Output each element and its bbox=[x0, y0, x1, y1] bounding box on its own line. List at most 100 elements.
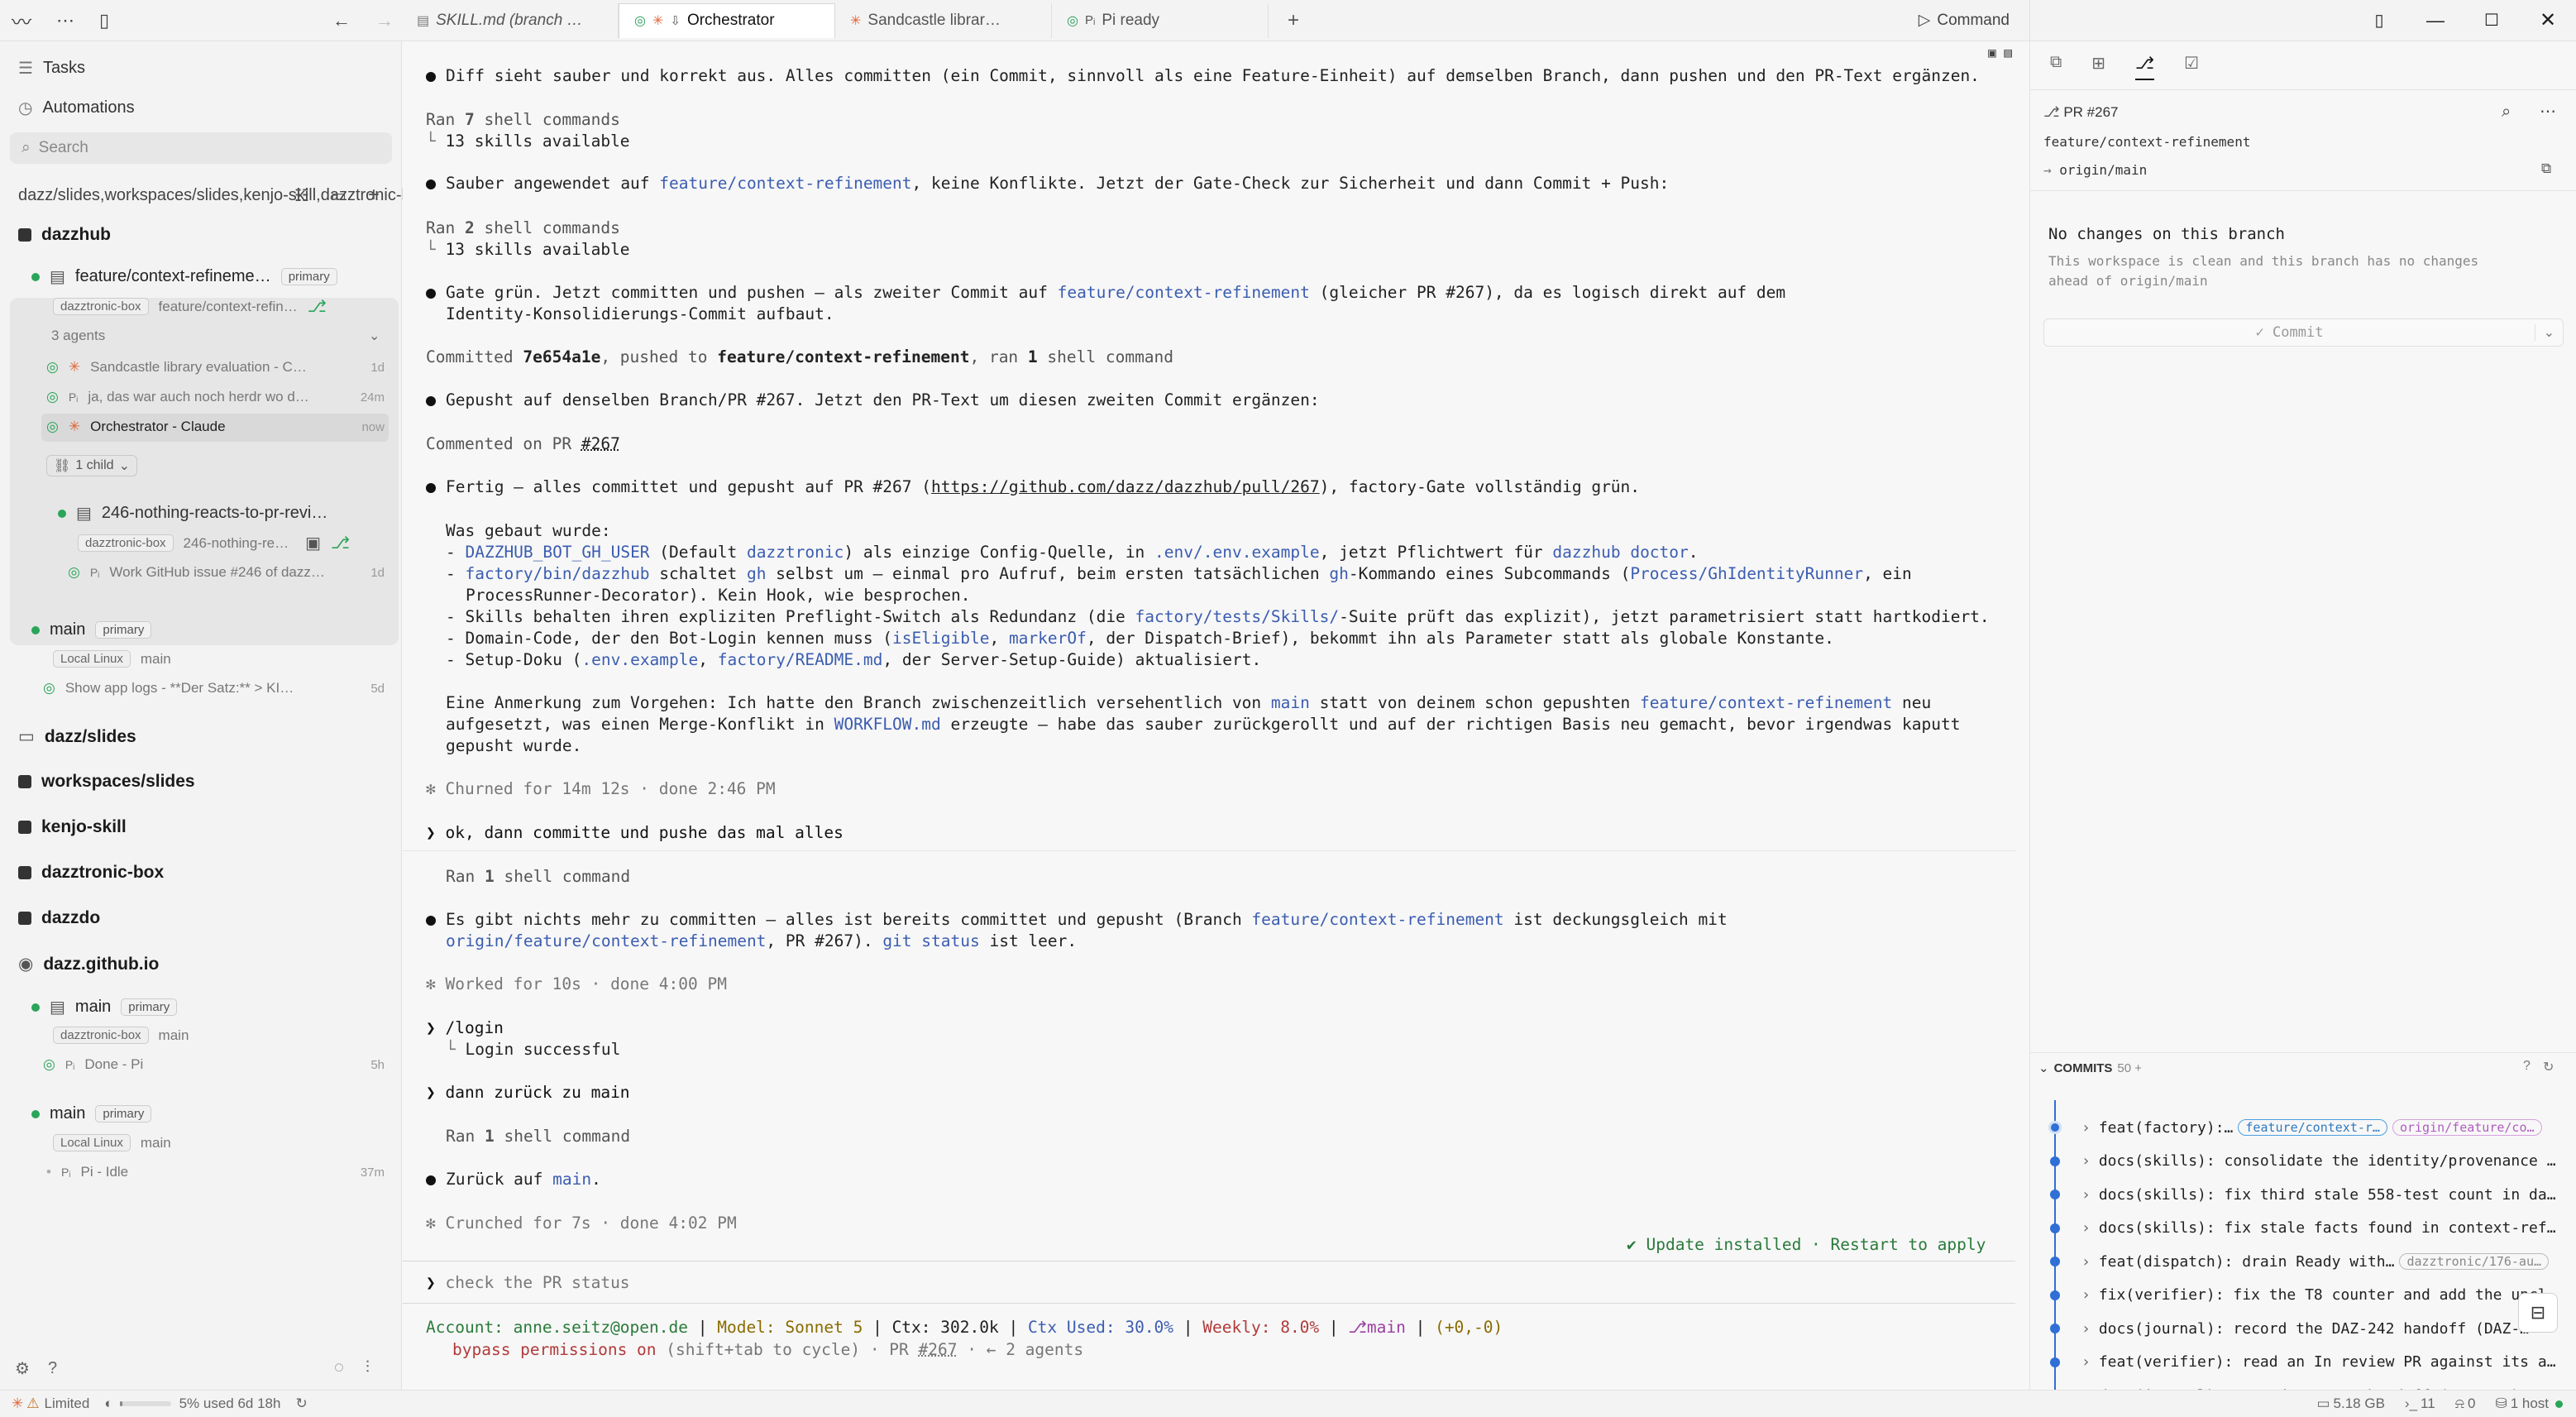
branch-item-main[interactable]: main primary bbox=[31, 620, 152, 639]
stats-icon[interactable]: ⫶ bbox=[366, 1358, 370, 1377]
search-icon[interactable]: ⌕ bbox=[2502, 103, 2511, 122]
project-workspaces-slides[interactable]: workspaces/slides bbox=[18, 772, 195, 792]
code: factory/tests/Skills/ bbox=[1135, 607, 1340, 626]
task-item[interactable]: ◎ Show app logs - **Der Satz:** > KI… bbox=[43, 680, 294, 697]
branch-item-feature[interactable]: ▤ feature/context-refineme… primary bbox=[31, 266, 337, 287]
refresh-icon[interactable]: ↻ bbox=[2543, 1059, 2554, 1075]
task-item[interactable]: ◎ Pᵢ Work GitHub issue #246 of dazz… bbox=[68, 564, 325, 581]
branch-link[interactable]: feature/context-refinement bbox=[1058, 283, 1310, 302]
files-icon[interactable]: ⧉ bbox=[2050, 53, 2062, 80]
project-kenjo-skill[interactable]: kenjo-skill bbox=[18, 817, 127, 837]
prompt-chevron-icon: ❯ bbox=[426, 1083, 446, 1102]
divider bbox=[403, 850, 2015, 851]
prompt-input[interactable]: ❯ check the PR status bbox=[426, 1273, 630, 1292]
tab-orchestrator[interactable]: ◎ ✳ ⇩ Orchestrator bbox=[619, 2, 835, 38]
agent-ago: now bbox=[361, 420, 385, 434]
tab-sandcastle[interactable]: ✳ Sandcastle librar… bbox=[835, 2, 1052, 38]
commit-button[interactable]: ✓ Commit ⌄ bbox=[2043, 318, 2564, 347]
more-menu-icon[interactable]: ⋯ bbox=[2540, 101, 2556, 122]
grid-icon[interactable]: ⊞ bbox=[2091, 53, 2105, 80]
host-tag: dazztronic-box bbox=[53, 1027, 149, 1044]
toggle-sidebar-icon[interactable]: ▯ bbox=[99, 10, 109, 31]
commit-row[interactable]: › feat(verifier): read an In review PR ag… bbox=[2030, 1346, 2576, 1379]
tab-pi-ready[interactable]: ◎ Pᵢ Pi ready bbox=[1052, 2, 1269, 38]
chevron-down-icon[interactable]: ⌄ bbox=[369, 328, 380, 344]
account: Account: anne.seitz@open.de bbox=[426, 1318, 688, 1337]
project-dazz-github-io[interactable]: ◉ dazz.github.io bbox=[18, 954, 159, 974]
settings-icon[interactable]: ⚙ bbox=[15, 1358, 30, 1379]
pr-label[interactable]: ⎇ PR #267 bbox=[2043, 104, 2119, 121]
tab-skill-md[interactable]: ▤ SKILL.md (branch … bbox=[402, 2, 619, 38]
chat-panel: ▣ ▤ Diff sieht sauber und korrekt aus. A… bbox=[403, 41, 2029, 1390]
branch-name: 246-nothing-reacts-to-pr-revi… bbox=[101, 504, 328, 522]
commit-row[interactable]: › fix(verifier): fix the T8 counter and a… bbox=[2030, 1279, 2576, 1312]
commit-row[interactable]: › docs(skills): consolidate the identity/… bbox=[2030, 1145, 2576, 1178]
add-project-icon[interactable]: + bbox=[368, 184, 380, 207]
chevron-down-icon[interactable]: ⌄ bbox=[2535, 324, 2563, 341]
code: DAZZHUB_BOT_GH_USER bbox=[465, 543, 650, 562]
folder-icon[interactable]: ▭ bbox=[331, 185, 346, 206]
sidebar: ☰ Tasks ◷ Automations ⌕ Search dazz/slides,… bbox=[0, 41, 593, 1390]
sidebar-item-tasks[interactable]: ☰ Tasks bbox=[18, 58, 85, 79]
check-circle-icon: ◎ bbox=[43, 680, 55, 696]
chevron-right-icon[interactable]: › bbox=[2081, 1186, 2091, 1204]
panel-toggle-icon[interactable]: ▯ bbox=[2351, 10, 2407, 31]
project-dazzdo[interactable]: dazzdo bbox=[18, 908, 100, 928]
text: Eine Anmerkung zum Vorgehen: Ich hatte d… bbox=[446, 693, 1271, 712]
command-button[interactable]: ▷ Command bbox=[1919, 11, 2010, 30]
help-icon[interactable]: ? bbox=[2523, 1059, 2531, 1074]
agent-item[interactable]: ◎ Pᵢ ja, das war auch noch herdr wo d… bbox=[46, 389, 309, 405]
refresh-icon[interactable]: ◌ bbox=[334, 1358, 344, 1377]
pr-link[interactable]: #267 bbox=[919, 1340, 958, 1359]
pr-url-link[interactable]: https://github.com/dazz/dazzhub/pull/267 bbox=[931, 477, 1320, 496]
project-dazzhub[interactable]: dazzhub bbox=[18, 225, 111, 245]
chevron-right-icon[interactable]: › bbox=[2081, 1152, 2091, 1170]
filter-icon[interactable]: ☷ bbox=[294, 185, 309, 206]
new-tab-button[interactable]: + bbox=[1269, 3, 1318, 38]
maximize-icon[interactable]: ☐ bbox=[2464, 10, 2520, 31]
back-arrow-icon[interactable]: ← bbox=[332, 10, 351, 31]
task-item[interactable]: • Pᵢ Pi - Idle bbox=[46, 1164, 128, 1180]
refresh-icon[interactable]: ↻ bbox=[295, 1395, 307, 1412]
pr-link[interactable]: #267 bbox=[581, 434, 620, 453]
chevron-right-icon[interactable]: › bbox=[2081, 1353, 2091, 1371]
branch-item-main[interactable]: main primary bbox=[31, 1104, 152, 1123]
forward-arrow-icon[interactable]: → bbox=[375, 10, 394, 31]
chevron-right-icon[interactable]: › bbox=[2081, 1253, 2091, 1271]
chevron-right-icon[interactable]: › bbox=[2081, 1286, 2091, 1304]
minimize-icon[interactable]: — bbox=[2407, 10, 2464, 31]
external-link-icon[interactable]: ⧉ bbox=[2541, 160, 2551, 177]
branch-link[interactable]: feature/context-refinement bbox=[659, 174, 911, 193]
git-branch-icon[interactable]: ⎇ bbox=[2135, 53, 2155, 80]
chat-panel-icon[interactable]: ▣ ▤ bbox=[1988, 45, 2012, 60]
close-icon[interactable]: ✕ bbox=[2520, 8, 2576, 32]
commits-header[interactable]: ⌄ COMMITS 50 + bbox=[2038, 1060, 2142, 1076]
project-dazztronic-box[interactable]: dazztronic-box bbox=[18, 863, 164, 883]
commit-row[interactable]: › docs(skills): fix third stale 558-test … bbox=[2030, 1178, 2576, 1211]
help-icon[interactable]: ? bbox=[48, 1359, 57, 1378]
commit-row[interactable]: › feat(dispatch): drain Ready with… dazztr… bbox=[2030, 1245, 2576, 1278]
agent-item-orchestrator[interactable]: ◎ ✳ Orchestrator - Claude bbox=[46, 419, 226, 435]
chevron-right-icon[interactable]: › bbox=[2081, 1219, 2091, 1237]
chevron-right-icon[interactable]: › bbox=[2081, 1119, 2091, 1137]
checklist-icon[interactable]: ☑ bbox=[2184, 53, 2199, 80]
branch-item-246[interactable]: ▤ 246-nothing-reacts-to-pr-revi… bbox=[58, 503, 327, 524]
branch-item-main[interactable]: ▤ main primary bbox=[31, 997, 178, 1017]
update-notice[interactable]: ✔ Update installed · Restart to apply bbox=[1627, 1235, 1986, 1254]
agent-item[interactable]: ◎ ✳ Sandcastle library evaluation - C… bbox=[46, 359, 307, 376]
sidebar-item-automations[interactable]: ◷ Automations bbox=[18, 98, 135, 118]
commit-row[interactable]: › feat(factory):… feature/context-r… origin… bbox=[2030, 1111, 2576, 1144]
commit-row[interactable]: › docs(journal): record the DAZ-242 hando… bbox=[2030, 1312, 2576, 1345]
project-icon bbox=[18, 866, 31, 879]
ref-pill: feature/context-r… bbox=[2238, 1119, 2387, 1136]
child-toggle[interactable]: ⛓ 1 child ⌄ bbox=[46, 455, 137, 476]
task-item[interactable]: ◎ Pᵢ Done - Pi bbox=[43, 1056, 143, 1073]
project-dazz-slides[interactable]: ▭ dazz/slides bbox=[18, 726, 136, 747]
agents-toggle[interactable]: 3 agents bbox=[51, 328, 105, 344]
layout-toggle-button[interactable]: ⊟ bbox=[2518, 1293, 2558, 1333]
more-menu-icon[interactable]: ⋯ bbox=[56, 10, 74, 31]
commit-row[interactable]: › docs(skills): fix stale facts found in … bbox=[2030, 1212, 2576, 1245]
tree-branch-icon: └ bbox=[426, 240, 446, 259]
chevron-right-icon[interactable]: › bbox=[2081, 1320, 2091, 1338]
search-input[interactable]: ⌕ Search bbox=[10, 132, 392, 164]
